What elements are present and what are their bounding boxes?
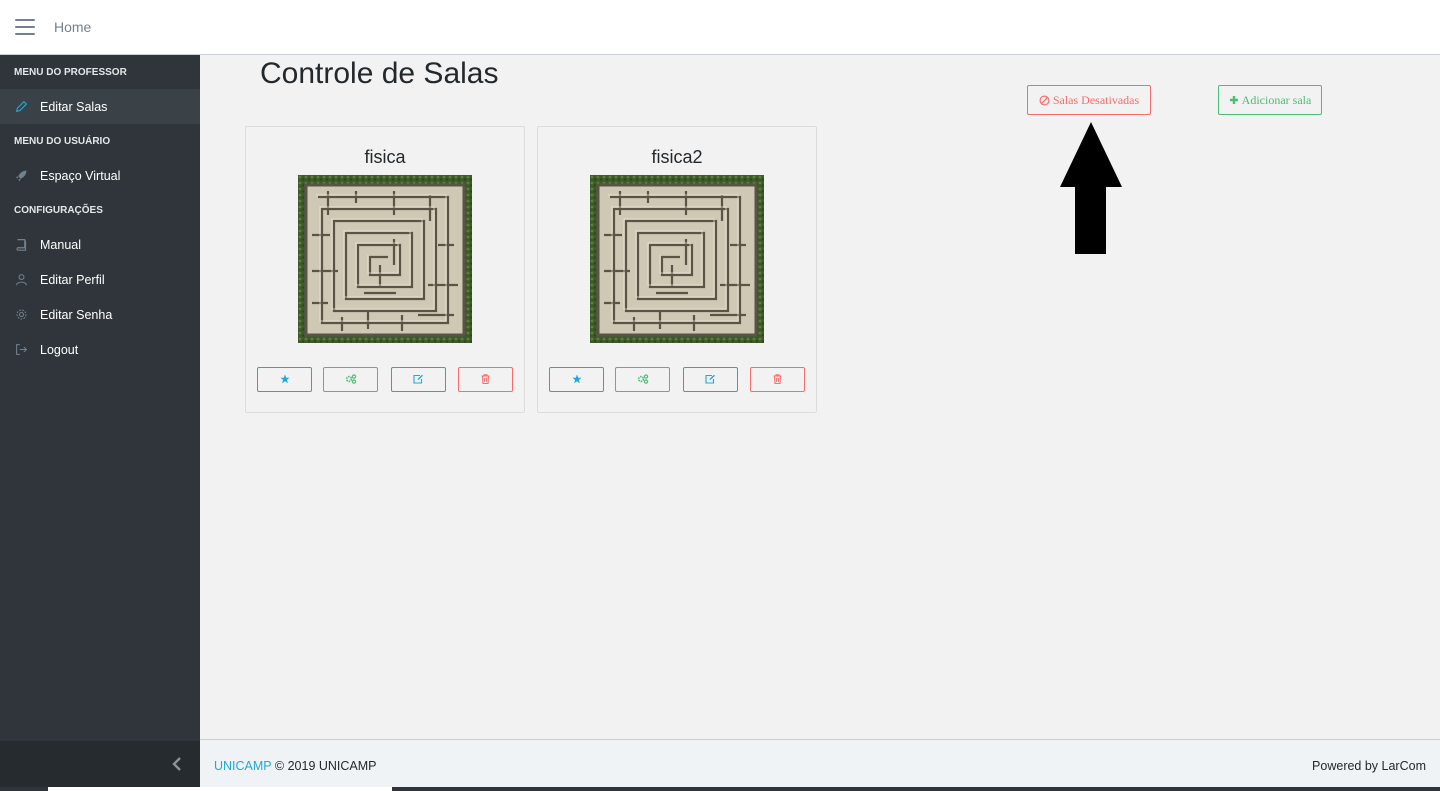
settings-button[interactable] (615, 367, 670, 392)
pencil-icon (14, 100, 28, 114)
edit-button[interactable] (683, 367, 738, 392)
edit-icon (705, 372, 716, 387)
deactivated-rooms-label: Salas Desativadas (1052, 92, 1140, 107)
room-title: fisica2 (651, 147, 703, 167)
sidebar-item-editar-perfil[interactable]: Editar Perfil (0, 262, 200, 297)
sidebar-item-label: Editar Salas (40, 99, 108, 114)
settings-button[interactable] (323, 367, 378, 392)
sidebar-item-espaco-virtual[interactable]: Espaço Virtual (0, 158, 200, 193)
gear-icon (14, 308, 28, 322)
sidebar-item-label: Editar Senha (40, 307, 113, 322)
add-room-label: Adicionar sala (1241, 92, 1312, 107)
footer-left: UNICAMP © 2019 UNICAMP (214, 759, 377, 773)
star-icon (571, 372, 582, 387)
plus-icon (1229, 95, 1239, 105)
delete-button[interactable] (458, 367, 513, 392)
gears-icon (637, 372, 649, 387)
user-icon (14, 273, 28, 287)
ban-icon (1039, 95, 1050, 106)
sidebar-item-label: Logout (40, 342, 79, 357)
deactivated-rooms-button[interactable]: Salas Desativadas (1027, 85, 1151, 115)
room-card: fisica (245, 126, 525, 413)
page-title: Controle de Salas (260, 57, 499, 90)
hamburger-menu-icon[interactable] (15, 19, 35, 35)
powered-by-text: Powered by LarCom (1312, 758, 1426, 773)
home-link[interactable]: Home (54, 19, 91, 35)
nav-section-title: MENU DO PROFESSOR (14, 66, 127, 78)
book-icon (14, 238, 28, 252)
nav-section-title: MENU DO USUÁRIO (14, 135, 111, 147)
chevron-left-icon (172, 756, 182, 777)
sidebar-item-logout[interactable]: Logout (0, 332, 200, 367)
copyright-text: © 2019 UNICAMP (274, 758, 377, 773)
trash-icon (773, 372, 782, 387)
star-icon (279, 372, 290, 387)
room-card: fisica2 (537, 126, 817, 413)
sidebar-item-manual[interactable]: Manual (0, 227, 200, 262)
room-title: fisica (364, 147, 406, 167)
top-header: Home (0, 0, 1440, 55)
sidebar-item-label: Editar Perfil (40, 272, 105, 287)
maze-image (590, 175, 764, 343)
logout-icon (14, 343, 28, 357)
unicamp-link[interactable]: UNICAMP (214, 759, 271, 773)
favorite-button[interactable] (549, 367, 604, 392)
delete-button[interactable] (750, 367, 805, 392)
sidebar-item-label: Manual (40, 237, 81, 252)
favorite-button[interactable] (257, 367, 312, 392)
rocket-icon (14, 169, 28, 183)
maze-image (298, 175, 472, 343)
sidebar-item-editar-senha[interactable]: Editar Senha (0, 297, 200, 332)
up-arrow-annotation (1060, 122, 1122, 254)
bottom-strip (0, 787, 1440, 791)
add-room-button[interactable]: Adicionar sala (1218, 85, 1322, 115)
edit-button[interactable] (391, 367, 446, 392)
nav-section-title: CONFIGURAÇÕES (14, 204, 103, 216)
sidebar-item-label: Espaço Virtual (40, 168, 121, 183)
gears-icon (345, 372, 357, 387)
sidebar-item-editar-salas[interactable]: Editar Salas (0, 89, 200, 124)
trash-icon (481, 372, 490, 387)
sidebar-minimizer-button[interactable] (0, 741, 200, 791)
sidebar: MENU DO PROFESSOR Editar Salas MENU DO U… (0, 55, 200, 791)
footer: UNICAMP © 2019 UNICAMP Powered by LarCom (200, 739, 1440, 791)
edit-icon (413, 372, 424, 387)
